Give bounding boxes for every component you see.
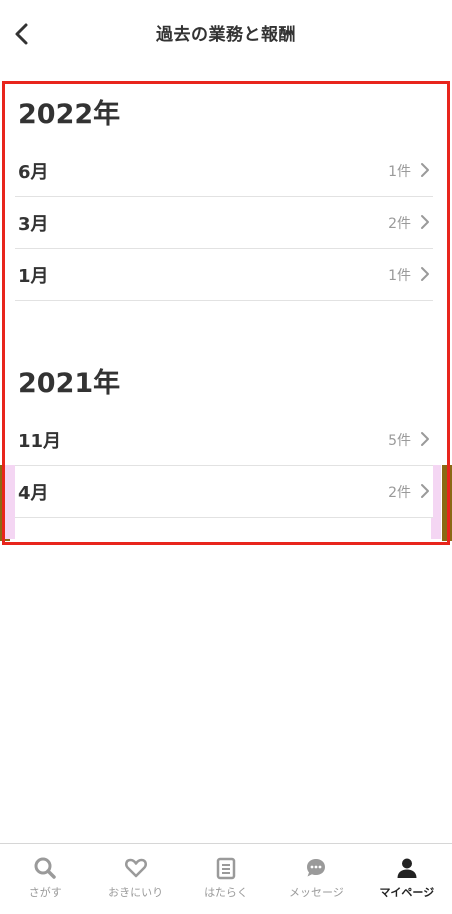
tab-work[interactable]: はたらく — [181, 844, 271, 914]
month-label: 3月 — [18, 214, 49, 235]
year-heading-2022: 2022年 — [18, 99, 121, 130]
chevron-right-icon — [421, 163, 429, 177]
month-count: 2件 — [388, 216, 411, 232]
heart-icon — [124, 858, 147, 878]
chat-bubble-icon — [307, 859, 326, 877]
month-count: 1件 — [388, 268, 411, 284]
highlight-strip-left — [5, 465, 15, 539]
month-count: 5件 — [388, 433, 411, 449]
month-label: 11月 — [18, 431, 62, 452]
tab-label: さがす — [28, 886, 62, 899]
tab-label: メッセージ — [289, 886, 344, 899]
tab-label: おきにいり — [108, 886, 164, 899]
month-count: 2件 — [388, 485, 411, 501]
month-row-2022-01[interactable]: 1月 1件 — [15, 249, 433, 301]
month-label: 6月 — [18, 162, 49, 183]
tab-mypage[interactable]: マイページ — [362, 844, 452, 914]
month-count: 1件 — [388, 164, 411, 180]
month-label: 1月 — [18, 266, 49, 287]
tab-label: マイページ — [379, 886, 435, 899]
chevron-right-icon — [421, 267, 429, 281]
bottom-tab-bar: さがす おきにいり はたらく メッセージ マイページ — [0, 843, 452, 914]
tab-favorites[interactable]: おきにいり — [90, 844, 180, 914]
month-label: 4月 — [18, 483, 49, 504]
year-heading-2021: 2021年 — [18, 368, 121, 399]
search-icon — [34, 857, 56, 879]
month-row-2022-06[interactable]: 6月 1件 — [15, 145, 433, 197]
person-icon — [397, 858, 417, 878]
month-row-2021-11[interactable]: 11月 5件 — [15, 414, 433, 466]
month-row-2021-04[interactable]: 4月 2件 — [15, 466, 433, 518]
header: 過去の業務と報酬 — [0, 0, 452, 68]
month-row-2022-03[interactable]: 3月 2件 — [15, 197, 433, 249]
tab-messages[interactable]: メッセージ — [271, 844, 361, 914]
chevron-right-icon — [421, 432, 429, 446]
page-title: 過去の業務と報酬 — [156, 25, 296, 45]
tab-search[interactable]: さがす — [0, 844, 90, 914]
chevron-right-icon — [421, 215, 429, 229]
side-strip-right — [442, 465, 452, 541]
clipboard-icon — [216, 857, 236, 880]
chevron-right-icon — [421, 484, 429, 498]
tab-label: はたらく — [204, 886, 248, 899]
